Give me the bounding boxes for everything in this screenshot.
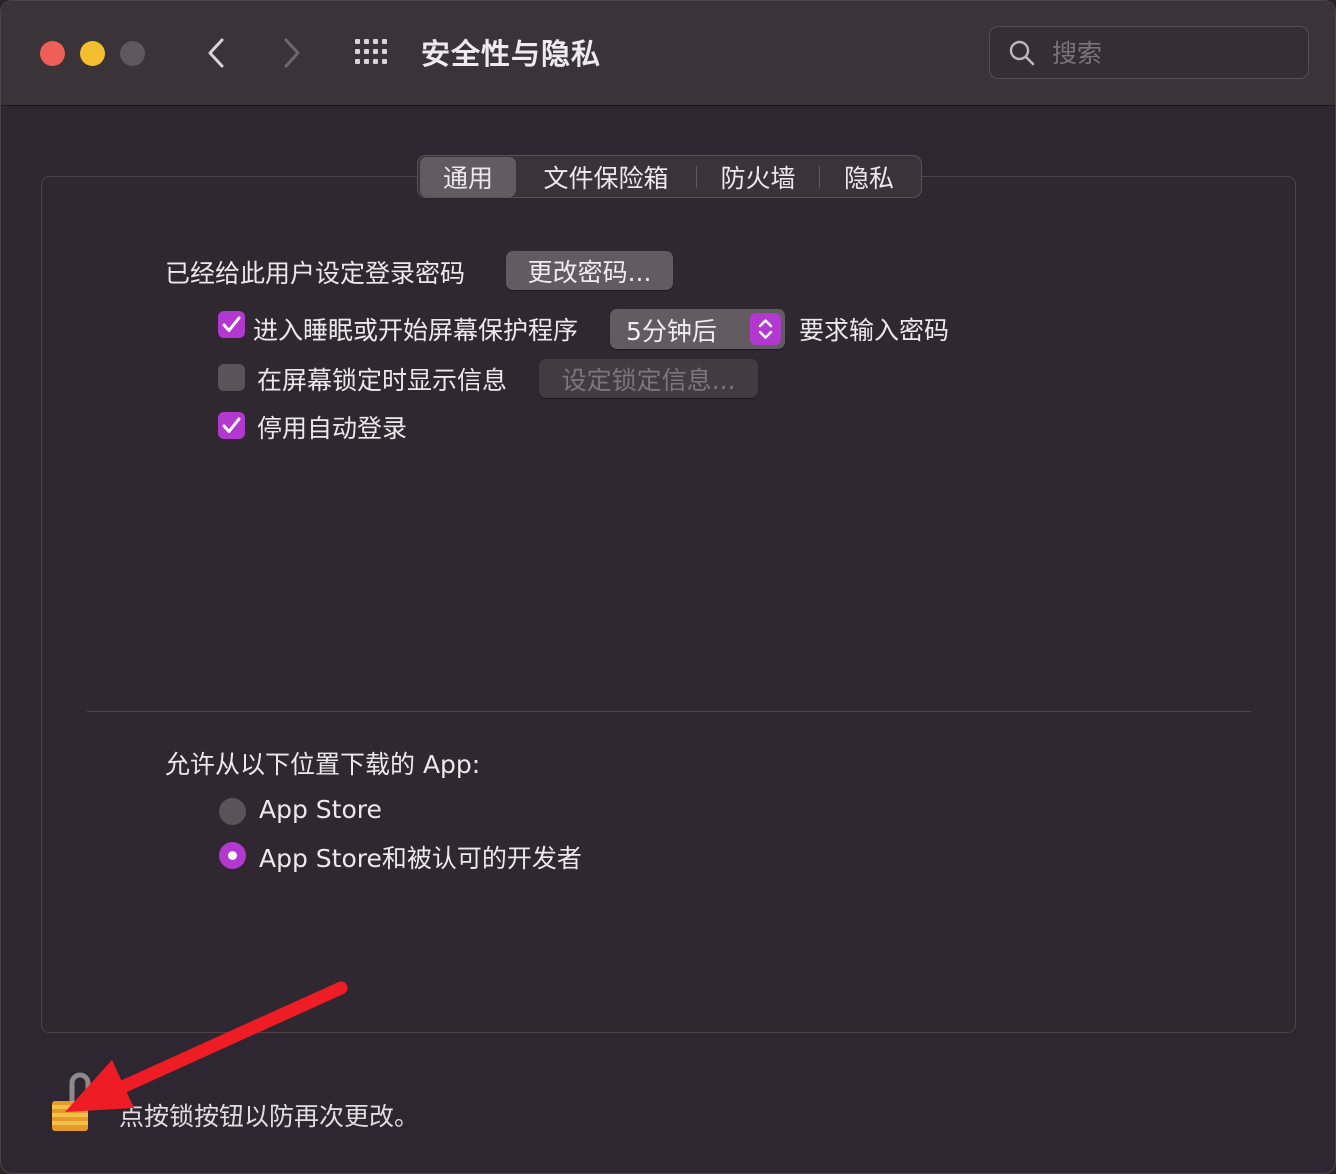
chevron-up-down-icon [758,319,773,339]
require-password-label: 进入睡眠或开始屏幕保护程序 [253,316,579,345]
show-lock-message-checkbox[interactable] [218,364,245,391]
tab-label: 隐私 [843,163,894,193]
require-password-checkbox[interactable] [218,311,245,338]
search-icon [1009,40,1035,66]
password-delay-value: 5分钟后 [626,317,717,346]
tab-label: 通用 [442,163,493,193]
tab-bar: 通用 文件保险箱 防火墙 隐私 [417,155,922,198]
zoom-window-button[interactable] [120,41,145,66]
change-password-button[interactable]: 更改密码... [506,251,673,290]
lock-button[interactable] [49,1069,93,1135]
search-input[interactable] [1050,35,1294,71]
back-button[interactable] [197,29,237,77]
disable-autologin-checkbox[interactable] [218,412,245,439]
tab-firewall[interactable]: 防火墙 [697,157,819,197]
tab-general[interactable]: 通用 [420,156,516,197]
disable-autologin-label: 停用自动登录 [257,414,408,443]
tab-label: 防火墙 [720,163,796,193]
tab-privacy[interactable]: 隐私 [820,157,918,197]
search-field[interactable] [989,26,1309,79]
tab-filevault[interactable]: 文件保险箱 [516,157,696,197]
window-title: 安全性与隐私 [421,37,602,71]
password-set-label: 已经给此用户设定登录密码 [165,259,466,288]
forward-button[interactable] [271,29,311,77]
show-lock-message-label: 在屏幕锁定时显示信息 [257,366,508,395]
popup-arrows [750,313,781,345]
grid-icon [355,39,387,64]
tab-label: 文件保险箱 [543,163,669,193]
checkmark-icon [222,417,241,433]
radio-app-store-label: App Store [259,795,382,824]
radio-app-store[interactable] [219,798,246,825]
chevron-left-icon [208,38,224,68]
checkmark-icon [222,316,241,332]
general-panel [41,176,1296,1033]
chevron-right-icon [284,38,300,68]
download-source-heading: 允许从以下位置下载的 App: [165,750,481,779]
lock-hint-text: 点按锁按钮以防再次更改。 [119,1102,420,1131]
preferences-window: 安全性与隐私 通用 文件保险箱 防火墙 隐私 已经给此用户设定登录密码 更改密码… [0,0,1336,1174]
set-lock-message-button[interactable]: 设定锁定信息... [539,359,758,398]
unlocked-padlock-icon [52,1072,91,1131]
section-divider [87,711,1251,712]
radio-identified-developers-label: App Store和被认可的开发者 [259,844,582,873]
minimize-window-button[interactable] [80,41,105,66]
password-delay-popup[interactable]: 5分钟后 [610,309,785,349]
require-password-suffix: 要求输入密码 [799,316,950,345]
close-window-button[interactable] [40,41,65,66]
show-all-button[interactable] [351,35,395,71]
radio-app-store-identified-developers[interactable] [219,842,246,869]
titlebar: 安全性与隐私 [1,1,1335,106]
